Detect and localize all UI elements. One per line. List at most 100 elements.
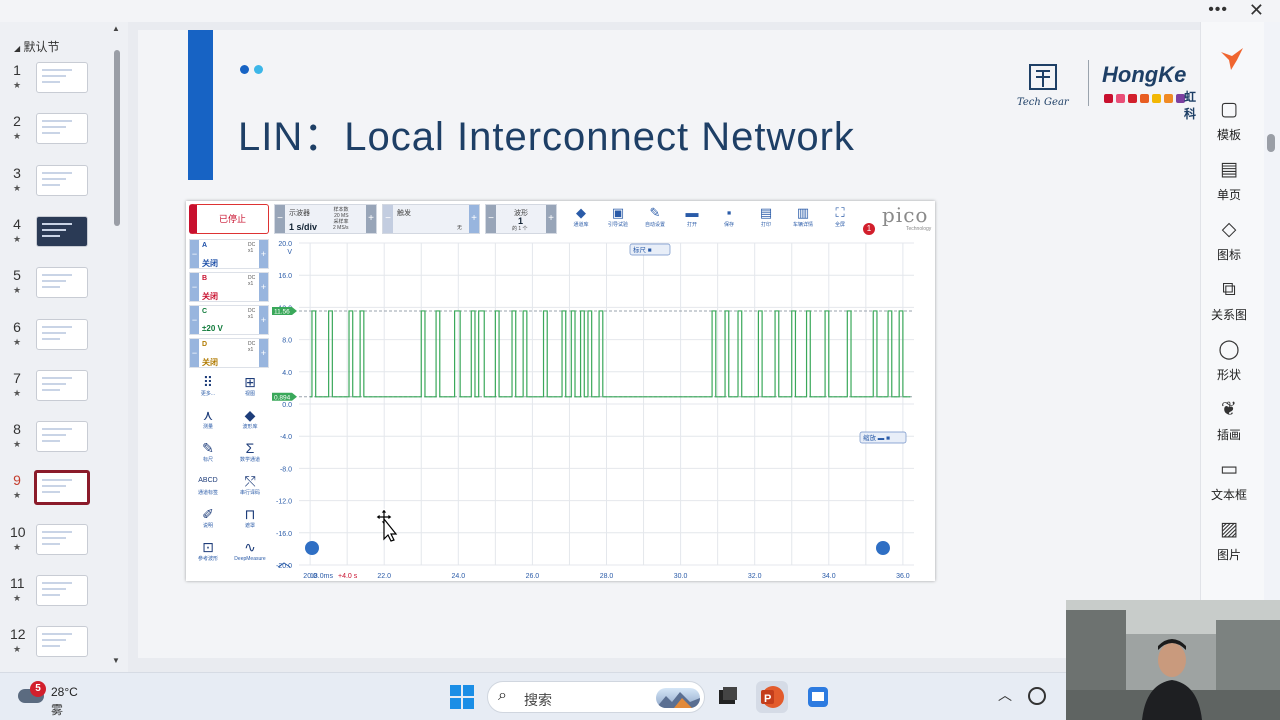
scroll-down-icon[interactable]: ▼ bbox=[112, 656, 120, 665]
timebase-control[interactable]: − 示波器 1 s/div 样本数 20 MS 采样率 2 MS/s + bbox=[274, 204, 377, 234]
slide-title[interactable]: LIN：Local Interconnect Network bbox=[238, 104, 855, 162]
powerpoint-app-icon[interactable]: P bbox=[756, 681, 788, 713]
ribbon-shapes-button[interactable]: ◯ 形状 bbox=[1201, 338, 1257, 383]
tray-expand-icon[interactable]: ︿ bbox=[998, 685, 1012, 705]
ribbon-relationship-chart-button[interactable]: ⧉ 关系图 bbox=[1201, 278, 1257, 323]
waveform-minus-button[interactable]: − bbox=[486, 205, 496, 233]
open-button[interactable]: ▬ 打开 bbox=[677, 204, 707, 234]
waveform-control[interactable]: − 波形 1 的 1 个 + bbox=[485, 204, 557, 234]
start-button[interactable] bbox=[450, 685, 474, 709]
slide-preview[interactable] bbox=[34, 470, 90, 506]
slide-thumbnail[interactable]: 12 ★ bbox=[0, 626, 110, 672]
current-slide[interactable]: LIN：Local Interconnect Network Tech Gear… bbox=[138, 30, 1200, 658]
slide-thumbnail[interactable]: 9 ★ bbox=[0, 470, 110, 518]
thumbnail-scrollbar[interactable] bbox=[114, 50, 120, 226]
waveform-plus-button[interactable]: + bbox=[546, 205, 556, 233]
vehicle-details-button[interactable]: ▥ 车辆详情 bbox=[788, 204, 818, 234]
scope-plot-area[interactable]: 20.016.012.08.04.00.0-4.0-8.0-12.0-16.0-… bbox=[272, 237, 935, 581]
fullscreen-button[interactable]: ⛶ 全屏 bbox=[825, 204, 855, 234]
channel-labels-tool[interactable]: ABCD 通道标签 bbox=[188, 472, 228, 506]
star-icon[interactable]: ★ bbox=[10, 183, 24, 194]
ruler-tool[interactable]: ✎ 标尺 bbox=[188, 439, 228, 473]
more-options-button[interactable]: ••• bbox=[1208, 1, 1228, 19]
more-tool[interactable]: ⠿ 更多... bbox=[188, 373, 228, 407]
star-icon[interactable]: ★ bbox=[10, 439, 24, 450]
slide-preview[interactable] bbox=[36, 318, 88, 350]
network-icon[interactable] bbox=[1028, 687, 1046, 705]
channel-c-control[interactable]: − C DC x1 ±20 V + bbox=[189, 305, 269, 335]
mask-tool[interactable]: ⊓ 遮罩 bbox=[230, 505, 270, 539]
notification-badge[interactable]: 1 bbox=[863, 223, 875, 235]
channel-state[interactable]: 关闭 bbox=[202, 258, 218, 269]
reference-waveforms-tool[interactable]: ⊡ 参考波形 bbox=[188, 538, 228, 572]
ribbon-picture-button[interactable]: ▨ 图片 bbox=[1201, 518, 1257, 563]
star-icon[interactable]: ★ bbox=[10, 80, 24, 91]
collapse-icon[interactable]: ◢ bbox=[14, 44, 20, 53]
channel-a-control[interactable]: − A DC x1 关闭 + bbox=[189, 239, 269, 269]
timebase-plus-button[interactable]: + bbox=[366, 205, 376, 233]
slide-thumbnail[interactable]: 6 ★ bbox=[0, 318, 110, 365]
scroll-up-icon[interactable]: ▲ bbox=[112, 24, 120, 33]
ribbon-textbox-button[interactable]: ▭ 文本框 bbox=[1201, 458, 1257, 503]
taskview-app-icon[interactable] bbox=[712, 681, 744, 713]
slide-thumbnail[interactable]: 11 ★ bbox=[0, 575, 110, 621]
channel-plus-button[interactable]: + bbox=[259, 273, 268, 301]
trigger-minus-button[interactable]: − bbox=[383, 205, 393, 233]
slide-thumbnail[interactable]: 3 ★ bbox=[0, 164, 110, 211]
notes-tool[interactable]: ✐ 说明 bbox=[188, 505, 228, 539]
timebase-minus-button[interactable]: − bbox=[275, 205, 285, 233]
channel-minus-button[interactable]: − bbox=[190, 339, 199, 367]
channel-state[interactable]: 关闭 bbox=[202, 357, 218, 368]
ribbon-illustration-button[interactable]: ❦ 插画 bbox=[1201, 398, 1257, 443]
slide-preview[interactable] bbox=[36, 575, 88, 606]
star-icon[interactable]: ★ bbox=[10, 542, 24, 553]
slide-preview[interactable] bbox=[36, 215, 88, 247]
slide-thumbnail[interactable]: 8 ★ bbox=[0, 421, 110, 467]
stop-button[interactable]: 已停止 bbox=[189, 204, 269, 234]
channel-library-tool-tool[interactable]: ◆ 波形库 bbox=[230, 406, 270, 440]
slide-thumbnail[interactable]: 10 ★ bbox=[0, 523, 110, 570]
guided-test-button[interactable]: ▣ 引导试验 bbox=[603, 204, 633, 234]
star-icon[interactable]: ★ bbox=[10, 490, 24, 501]
channel-b-control[interactable]: − B DC x1 关闭 + bbox=[189, 272, 269, 302]
channel-plus-button[interactable]: + bbox=[259, 339, 268, 367]
slide-preview[interactable] bbox=[36, 421, 88, 453]
slide-thumbnail[interactable]: 4 ★ bbox=[0, 215, 110, 262]
deepmeasure-tool[interactable]: ∿ DeepMeasure bbox=[230, 538, 270, 572]
views-tool[interactable]: ⊞ 视图 bbox=[230, 373, 270, 407]
slide-preview[interactable] bbox=[36, 523, 88, 555]
ribbon-scrollbar[interactable] bbox=[1267, 134, 1275, 152]
math-channels-tool[interactable]: Σ 数学通道 bbox=[230, 439, 270, 473]
slide-preview[interactable] bbox=[36, 626, 88, 658]
slide-preview[interactable] bbox=[36, 113, 88, 145]
measurements-tool[interactable]: ⋏ 测量 bbox=[188, 406, 228, 440]
trigger-plus-button[interactable]: + bbox=[469, 205, 479, 233]
slide-preview[interactable] bbox=[36, 369, 88, 401]
section-header[interactable]: ◢ 默认节 bbox=[14, 38, 60, 55]
print-button[interactable]: ▤ 打印 bbox=[751, 204, 781, 234]
taskbar-search[interactable]: ⌕ 搜索 bbox=[487, 681, 705, 713]
wps-app-icon[interactable] bbox=[802, 681, 834, 713]
slide-thumbnail[interactable]: 1 ★ bbox=[0, 62, 110, 108]
channel-plus-button[interactable]: + bbox=[259, 240, 268, 268]
slide-thumbnail[interactable]: 2 ★ bbox=[0, 113, 110, 159]
star-icon[interactable]: ★ bbox=[10, 131, 24, 142]
channel-minus-button[interactable]: − bbox=[190, 306, 199, 334]
channel-minus-button[interactable]: − bbox=[190, 240, 199, 268]
star-icon[interactable]: ★ bbox=[10, 644, 24, 655]
serial-decoding-tool[interactable]: ⤲ 串行译码 bbox=[230, 472, 270, 506]
auto-setup-button[interactable]: ✎ 自动设置 bbox=[640, 204, 670, 234]
channel-plus-button[interactable]: + bbox=[259, 306, 268, 334]
ribbon-icons-button[interactable]: ◇ 图标 bbox=[1201, 218, 1257, 263]
slide-thumbnail[interactable]: 7 ★ bbox=[0, 369, 110, 416]
close-button[interactable]: ✕ bbox=[1249, 0, 1264, 21]
star-icon[interactable]: ★ bbox=[10, 234, 24, 245]
slide-thumbnail[interactable]: 5 ★ bbox=[0, 267, 110, 313]
ribbon-single-page-button[interactable]: ▤ 单页 bbox=[1201, 158, 1257, 203]
channel-minus-button[interactable]: − bbox=[190, 273, 199, 301]
star-icon[interactable]: ★ bbox=[10, 593, 24, 604]
waveform-chart[interactable]: 20.016.012.08.04.00.0-4.0-8.0-12.0-16.0-… bbox=[272, 237, 935, 581]
star-icon[interactable]: ★ bbox=[10, 388, 24, 399]
channel-state[interactable]: 关闭 bbox=[202, 291, 218, 302]
slide-preview[interactable] bbox=[36, 164, 88, 196]
